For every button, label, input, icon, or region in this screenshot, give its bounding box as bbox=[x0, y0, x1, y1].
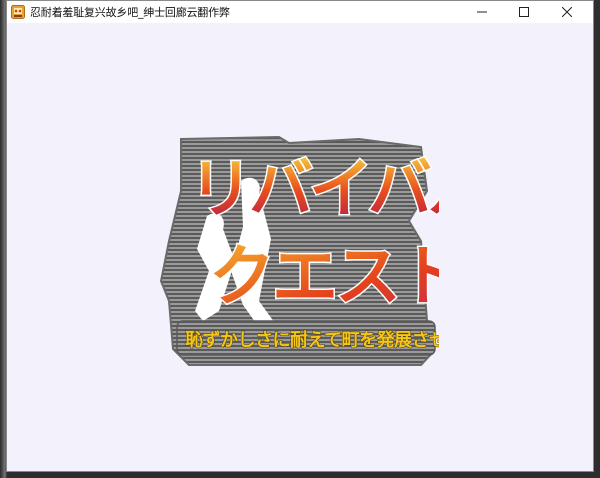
maximize-button[interactable] bbox=[509, 1, 539, 23]
game-window: 忍耐着羞耻复兴故乡吧_绅士回廊云翻作弊 リバイバ クエスト 恥ずかしさに耐えて町… bbox=[6, 0, 594, 472]
close-button[interactable] bbox=[551, 1, 583, 23]
close-icon bbox=[562, 7, 572, 17]
minimize-button[interactable] bbox=[467, 1, 497, 23]
minimize-icon bbox=[477, 11, 487, 13]
game-logo: リバイバル クエスト 恥ずかしさに耐えて町を発展させる bbox=[159, 121, 439, 371]
logo-title-line2: クエスト bbox=[209, 238, 439, 315]
title-bar[interactable]: 忍耐着羞耻复兴故乡吧_绅士回廊云翻作弊 bbox=[7, 1, 593, 23]
window-controls bbox=[467, 1, 593, 23]
maximize-icon bbox=[519, 7, 529, 17]
logo-subtitle: 恥ずかしさに耐えて町を発展させる bbox=[185, 329, 439, 351]
logo-title-line1: リバイバル bbox=[189, 153, 439, 227]
app-icon[interactable] bbox=[11, 5, 25, 19]
game-canvas[interactable]: リバイバル クエスト 恥ずかしさに耐えて町を発展させる bbox=[7, 23, 593, 471]
window-title: 忍耐着羞耻复兴故乡吧_绅士回廊云翻作弊 bbox=[30, 6, 230, 19]
logo-art: リバイバル クエスト 恥ずかしさに耐えて町を発展させる bbox=[159, 135, 439, 366]
